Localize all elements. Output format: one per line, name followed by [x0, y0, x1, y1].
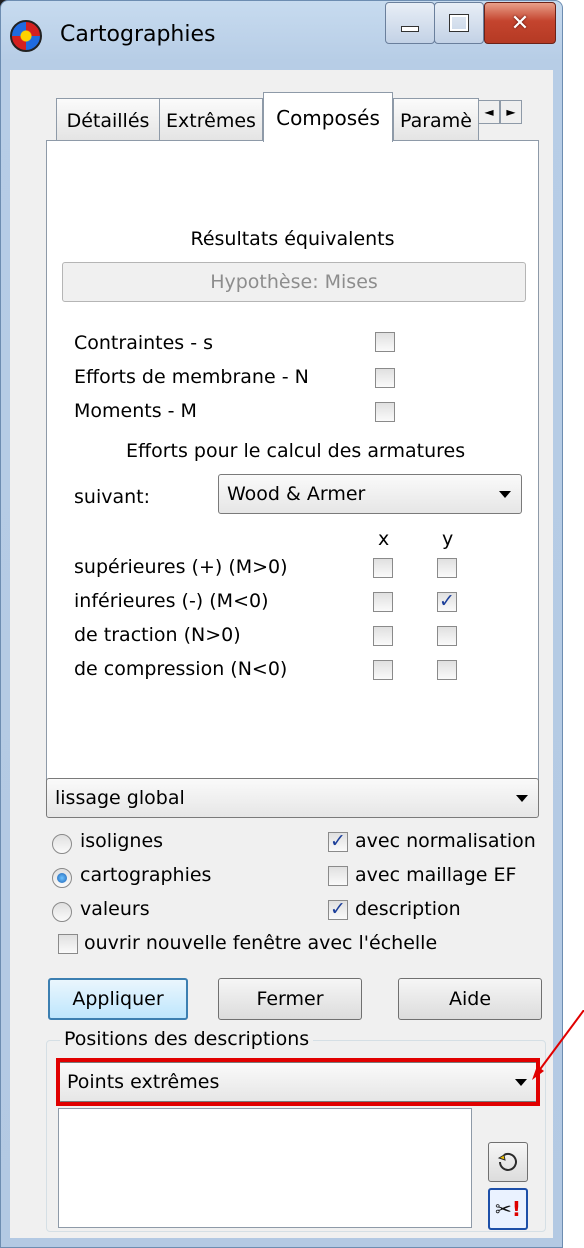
new-window-checkbox[interactable]	[58, 934, 78, 954]
maximize-icon	[449, 14, 469, 32]
efforts-membrane-label: Efforts de membrane - N	[74, 366, 309, 388]
window-title: Cartographies	[60, 22, 216, 47]
traction-y-checkbox[interactable]	[437, 626, 457, 646]
suivant-label: suivant:	[74, 486, 150, 508]
smoothing-select[interactable]: lissage global	[46, 778, 539, 818]
help-button[interactable]: Aide	[398, 978, 542, 1020]
contraintes-label: Contraintes - s	[74, 332, 214, 354]
inferieures-label: inférieures (-) (M<0)	[74, 590, 269, 612]
annotation-arrow	[532, 1010, 584, 1080]
refresh-icon	[497, 1152, 517, 1171]
cut-settings-button[interactable]: ✂!	[488, 1188, 528, 1230]
arrow-right-icon: ►	[506, 105, 516, 119]
superieures-y-checkbox[interactable]	[437, 558, 457, 578]
description-label: description	[355, 898, 461, 920]
close-button[interactable]: ✕	[484, 2, 556, 44]
new-window-label: ouvrir nouvelle fenêtre avec l'échelle	[84, 932, 438, 954]
close-dialog-button[interactable]: Fermer	[218, 978, 362, 1020]
normalisation-checkbox[interactable]	[328, 830, 348, 852]
tab-label: Paramè	[400, 109, 472, 132]
tab-composes[interactable]: Composés	[263, 92, 393, 142]
descriptions-list[interactable]	[58, 1108, 472, 1228]
arrow-left-icon: ◄	[484, 105, 494, 119]
reinforcement-title: Efforts pour le calcul des armatures	[126, 440, 466, 462]
minimize-button[interactable]	[385, 2, 435, 44]
inferieures-x-checkbox[interactable]	[373, 592, 393, 612]
contraintes-checkbox[interactable]	[375, 332, 395, 352]
compression-x-checkbox[interactable]	[373, 660, 393, 680]
maximize-button[interactable]	[434, 2, 484, 44]
superieures-label: supérieures (+) (M>0)	[74, 556, 288, 578]
normalisation-label: avec normalisation	[355, 830, 536, 852]
column-x-header: x	[378, 528, 390, 550]
refresh-button[interactable]	[488, 1142, 528, 1182]
valeurs-radio[interactable]	[52, 902, 72, 922]
isolignes-radio[interactable]	[52, 834, 72, 854]
chevron-down-icon	[516, 795, 528, 802]
highlight-box	[56, 1058, 540, 1106]
tab-scroll-right[interactable]: ►	[500, 100, 522, 124]
inferieures-y-checkbox[interactable]	[437, 590, 457, 612]
tab-label: Composés	[276, 105, 380, 130]
tab-label: Détaillés	[66, 109, 150, 132]
maillage-checkbox[interactable]	[328, 866, 348, 886]
compression-y-checkbox[interactable]	[437, 660, 457, 680]
traction-label: de traction (N>0)	[74, 624, 241, 646]
cartographies-label: cartographies	[80, 864, 212, 886]
method-select[interactable]: Wood & Armer	[218, 474, 522, 514]
compression-label: de compression (N<0)	[74, 658, 288, 680]
cartographies-radio[interactable]	[52, 868, 72, 888]
close-icon: ✕	[510, 10, 530, 36]
tab-scroll-left[interactable]: ◄	[478, 100, 500, 124]
moments-label: Moments - M	[74, 400, 197, 422]
superieures-x-checkbox[interactable]	[373, 558, 393, 578]
description-checkbox[interactable]	[328, 898, 348, 920]
descriptions-group-title: Positions des descriptions	[60, 1028, 314, 1050]
apply-button[interactable]: Appliquer	[48, 978, 188, 1020]
minimize-icon	[401, 26, 419, 32]
valeurs-label: valeurs	[80, 898, 150, 920]
maillage-label: avec maillage EF	[355, 864, 517, 886]
tab-parametres[interactable]: Paramè	[393, 98, 479, 142]
efforts-membrane-checkbox[interactable]	[375, 368, 395, 388]
moments-checkbox[interactable]	[375, 402, 395, 422]
traction-x-checkbox[interactable]	[373, 626, 393, 646]
tab-extremes[interactable]: Extrêmes	[159, 98, 263, 142]
cut-settings-icon: ✂!	[495, 1197, 521, 1221]
column-y-header: y	[442, 528, 454, 550]
tab-detailles[interactable]: Détaillés	[56, 98, 160, 142]
tab-label: Extrêmes	[166, 109, 256, 132]
section-title: Résultats équivalents	[190, 228, 395, 250]
isolignes-label: isolignes	[80, 830, 164, 852]
cartographies-app-icon	[10, 20, 42, 52]
hypothesis-button[interactable]: Hypothèse: Mises	[62, 262, 526, 302]
chevron-down-icon	[499, 491, 511, 498]
